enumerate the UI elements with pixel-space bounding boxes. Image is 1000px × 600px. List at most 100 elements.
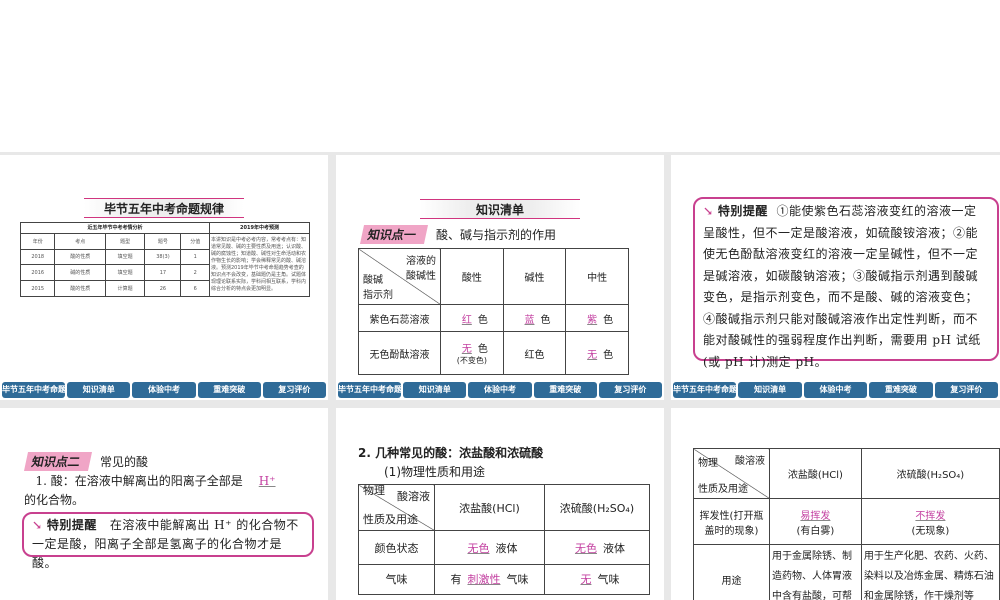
header-text: 酸碱性 <box>406 271 436 282</box>
nav-button[interactable]: 知识清单 <box>403 382 467 398</box>
cell: 填空题 <box>104 264 146 282</box>
cell: 酸的性质 <box>54 280 106 297</box>
col-header: 题号 <box>144 232 182 250</box>
table-header: 2019年中考预测 <box>209 222 310 234</box>
col-header: 浓硫酸(H₂SO₄) <box>860 448 1000 499</box>
suffix: 液体 <box>495 541 518 555</box>
cell: 用于生产化肥、农药、火药、染料以及冶炼金属、精炼石油和金属除锈，作干燥剂等 <box>860 544 1000 600</box>
nav-button[interactable]: 毕节五年中考命题规律 <box>338 382 402 398</box>
cell: 2018 <box>19 248 56 266</box>
cell: 红色 <box>502 331 567 375</box>
diagonal-header: 溶液的 酸碱性 酸碱 指示剂 <box>358 248 441 305</box>
table-row: 无色酚酞溶液 无色 (不变色) 红色 无色 <box>358 331 629 375</box>
table-row: 颜色状态 无色 液体 无色 液体 <box>358 530 651 565</box>
nav-button[interactable]: 体验中考 <box>468 382 532 398</box>
nav-button[interactable]: 重难突破 <box>533 382 597 398</box>
blank-top-area <box>0 0 1000 152</box>
cell: 38(3) <box>144 248 182 266</box>
slide-3-thumbnail[interactable]: ↘ 特别提醒 ①能使紫色石蕊溶液变红的溶液一定呈酸性，但不一定是酸溶液，如硫酸铵… <box>671 155 1000 400</box>
cell: 1 <box>180 248 210 266</box>
exam-analysis-table: 近五年毕节中考考情分析 2019年中考预测 年份 考点 题型 题号 分值 本讲知识是中考必… <box>19 222 310 298</box>
row-label: 用途 <box>693 544 770 600</box>
slide-nav-bar: 毕节五年中考命题规律知识清单体验中考重难突破复习评价 <box>0 382 328 398</box>
text: 1. 酸：在溶液中解离出的阳离子全部是 <box>35 474 243 488</box>
suffix: 色 <box>603 314 614 326</box>
slide-2-thumbnail[interactable]: 知识清单 知识点一 酸、碱与指示剂的作用 溶液的 酸碱性 酸碱 指示剂 酸性 碱性 中性 紫… <box>336 155 664 400</box>
answer: 紫 <box>587 314 598 326</box>
knowledge-point-tag: 知识点二 常见的酸 <box>23 452 149 471</box>
answer: 易挥发 <box>800 510 831 522</box>
header-text: 性质及用途 <box>698 484 748 495</box>
section-subheading: (1)物理性质和用途 <box>384 465 485 479</box>
diagonal-header: 酸溶液 物理 性质及用途 <box>693 448 770 499</box>
cell: 2015 <box>19 280 56 297</box>
slide-nav-bar: 毕节五年中考命题规律知识清单体验中考重难突破复习评价 <box>336 382 664 398</box>
answer: 蓝 <box>524 314 535 326</box>
prefix: 有 <box>450 573 462 586</box>
reminder-heading: 特别提醒 <box>46 518 97 532</box>
acid-properties-table: 酸溶液 物理 性质及用途 浓盐酸(HCl) 浓硫酸(H₂SO₄) 挥发性(打开瓶盖时的… <box>693 448 1000 600</box>
note: (有白雾) <box>796 525 835 537</box>
cell: 填空题 <box>104 248 146 266</box>
answer: 无 <box>461 344 472 356</box>
special-reminder-box: ↘ 特别提醒 在溶液中能解离出 H⁺ 的化合物不一定是酸，阳离子全部是氢离子的化… <box>22 512 314 570</box>
nav-button[interactable]: 知识清单 <box>67 382 131 398</box>
col-header: 题型 <box>104 232 146 250</box>
knowledge-point-tag: 知识点一 酸、碱与指示剂的作用 <box>359 225 556 244</box>
slide-4-thumbnail[interactable]: 知识点二 常见的酸 1. 酸：在溶液中解离出的阳离子全部是 H⁺ 的化合物。 ↘ 特别… <box>0 408 328 600</box>
nav-button[interactable]: 重难突破 <box>197 382 261 398</box>
slide-title: 毕节五年中考命题规律 <box>84 198 244 218</box>
prediction-text: 本讲知识是中考必考内容，常考考点有：知道常见酸、碱的主要性质及用途；认识酸、碱的… <box>209 232 310 298</box>
tag-label: 知识点一 <box>359 225 429 244</box>
text: 的化合物。 <box>24 493 85 507</box>
header-text: 溶液的 <box>406 256 436 267</box>
section-heading: 2. 几种常见的酸：浓盐酸和浓硫酸 <box>358 446 544 460</box>
arrow-icon: ↘ <box>703 204 714 218</box>
suffix: 液体 <box>602 541 625 555</box>
col-header: 考点 <box>54 232 106 250</box>
slide-6-thumbnail[interactable]: 酸溶液 物理 性质及用途 浓盐酸(HCl) 浓硫酸(H₂SO₄) 挥发性(打开瓶盖时的… <box>671 408 1000 600</box>
note: (无现象) <box>911 525 950 537</box>
row-label: 紫色石蕊溶液 <box>358 303 441 333</box>
answer: 不挥发 <box>915 510 946 522</box>
reminder-text: ①能使紫色石蕊溶液变红的溶液一定呈酸性，但不一定是酸溶液，如硫酸铵溶液；②能使无… <box>703 204 981 369</box>
table-row: 挥发性(打开瓶盖时的现象) 易挥发 (有白雾) 不挥发 (无现象) <box>693 498 1000 545</box>
suffix: 气味 <box>597 573 620 586</box>
slide-5-thumbnail[interactable]: 2. 几种常见的酸：浓盐酸和浓硫酸 (1)物理性质和用途 酸溶液 物理 性质及用途 … <box>336 408 664 600</box>
row-label: 挥发性(打开瓶盖时的现象) <box>693 498 770 545</box>
cell: 碱的性质 <box>54 264 106 282</box>
tag-text: 常见的酸 <box>100 455 149 469</box>
cell: 计算题 <box>104 280 146 297</box>
col-header: 酸性 <box>440 248 504 305</box>
nav-button[interactable]: 毕节五年中考命题规律 <box>673 382 737 398</box>
nav-button[interactable]: 体验中考 <box>803 382 868 398</box>
nav-button[interactable]: 毕节五年中考命题规律 <box>2 382 66 398</box>
col-header: 碱性 <box>502 248 567 305</box>
nav-button[interactable]: 体验中考 <box>132 382 196 398</box>
cell: 2016 <box>19 264 56 282</box>
slide-title: 知识清单 <box>420 199 580 219</box>
table-row: 用途 用于金属除锈、制造药物、人体胃液中含有盐酸，可帮 用于生产化肥、农药、火药… <box>693 544 1000 600</box>
header-text: 性质及用途 <box>363 513 418 526</box>
header-text: 物理 <box>363 484 385 497</box>
cell: 用于金属除锈、制造药物、人体胃液中含有盐酸，可帮 <box>769 544 862 600</box>
nav-button[interactable]: 知识清单 <box>738 382 802 398</box>
header-text: 物理 <box>698 458 718 469</box>
answer: 无色 <box>467 541 490 555</box>
col-header: 分值 <box>180 232 210 250</box>
acid-properties-table: 酸溶液 物理 性质及用途 浓盐酸(HCl) 浓硫酸(H₂SO₄) 颜色状态 无色 液体 … <box>358 484 651 595</box>
nav-button[interactable]: 复习评价 <box>934 382 999 398</box>
indicator-table: 溶液的 酸碱性 酸碱 指示剂 酸性 碱性 中性 紫色石蕊溶液 红色 蓝色 紫色 无色酚酞溶… <box>358 248 629 375</box>
suffix: 色 <box>603 349 614 361</box>
suffix: 色 <box>477 314 488 326</box>
nav-button[interactable]: 重难突破 <box>869 382 933 398</box>
answer: 无 <box>587 349 598 361</box>
slide-1-thumbnail[interactable]: 毕节五年中考命题规律 近五年毕节中考考情分析 2019年中考预测 年份 考点 题型 题号… <box>0 155 328 400</box>
note: (不变色) <box>456 356 487 366</box>
nav-button[interactable]: 复习评价 <box>598 382 663 398</box>
nav-button[interactable]: 复习评价 <box>262 382 327 398</box>
suffix: 气味 <box>506 573 529 586</box>
col-header: 年份 <box>19 232 56 250</box>
cell: 2 <box>180 264 210 282</box>
cell: 17 <box>144 264 182 282</box>
